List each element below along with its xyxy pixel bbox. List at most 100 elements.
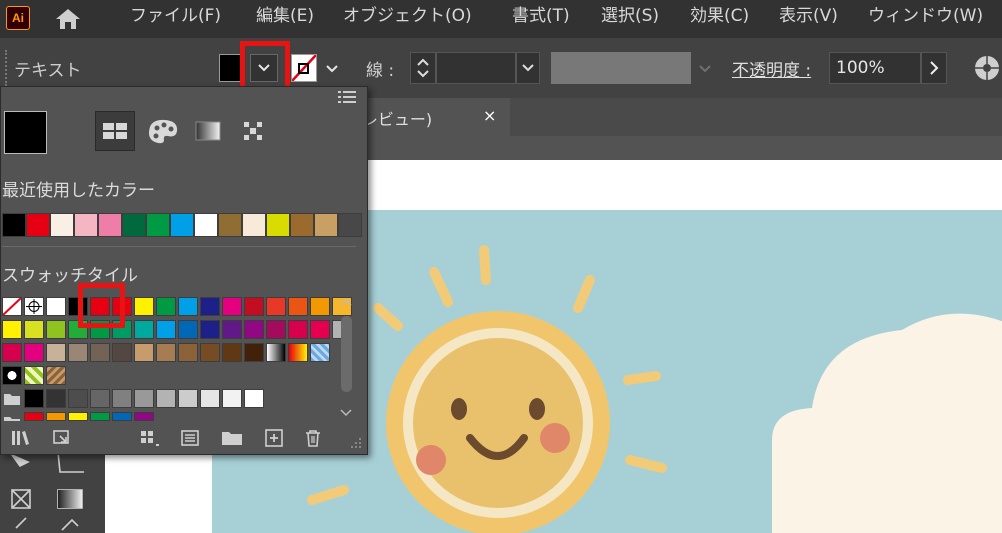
opacity-input[interactable]: 100% xyxy=(829,52,921,84)
recent-color-swatch[interactable] xyxy=(146,213,170,237)
swatch[interactable] xyxy=(244,343,264,362)
swatch-bright[interactable] xyxy=(112,412,132,421)
swatch[interactable] xyxy=(134,320,154,339)
opacity-label[interactable]: 不透明度 : xyxy=(732,56,811,81)
pattern-button[interactable] xyxy=(233,111,273,151)
swatch-bright[interactable] xyxy=(90,412,110,421)
fill-color-swatch[interactable] xyxy=(219,54,241,82)
trash-icon[interactable] xyxy=(301,428,325,448)
swatch[interactable] xyxy=(2,320,22,339)
stroke-weight-input[interactable] xyxy=(436,52,516,84)
scroll-thumb[interactable] xyxy=(341,316,352,392)
swatch[interactable] xyxy=(156,297,176,316)
recent-color-swatch[interactable] xyxy=(74,213,98,237)
swatch-gray[interactable] xyxy=(200,389,220,408)
swatch[interactable] xyxy=(68,343,88,362)
swatch-bright[interactable] xyxy=(24,412,44,421)
swatch[interactable] xyxy=(178,297,198,316)
swatch[interactable] xyxy=(134,343,154,362)
swatch[interactable] xyxy=(266,320,286,339)
recent-color-swatch[interactable] xyxy=(290,213,314,237)
swatch[interactable] xyxy=(266,297,286,316)
menu-view[interactable]: 表示(V) xyxy=(779,0,838,32)
swatch[interactable] xyxy=(222,320,242,339)
home-icon[interactable] xyxy=(54,7,82,31)
swatch-gray[interactable] xyxy=(24,389,44,408)
swatch-folder-icon[interactable] xyxy=(2,389,22,408)
recolor-icon[interactable] xyxy=(972,53,1002,83)
swatch-kind-menu-icon[interactable] xyxy=(138,428,162,448)
swatch[interactable] xyxy=(24,320,44,339)
swatch-none[interactable] xyxy=(2,297,22,316)
recent-color-swatch[interactable] xyxy=(242,213,266,237)
recent-color-swatch[interactable] xyxy=(194,213,218,237)
swatch[interactable] xyxy=(178,320,198,339)
swatch[interactable] xyxy=(222,343,242,362)
swatch-options-icon[interactable] xyxy=(178,428,202,448)
swatch[interactable] xyxy=(46,320,66,339)
color-palette-button[interactable] xyxy=(143,111,183,151)
swatch[interactable] xyxy=(24,343,44,362)
recent-color-swatch[interactable] xyxy=(50,213,74,237)
control-bar-grip[interactable] xyxy=(5,50,10,86)
current-fill-swatch[interactable] xyxy=(4,111,47,154)
swatch-bright[interactable] xyxy=(46,412,66,421)
swatch-gray[interactable] xyxy=(90,389,110,408)
swatch-gray[interactable] xyxy=(222,389,242,408)
place-icon[interactable] xyxy=(50,428,74,448)
swatch-bright[interactable] xyxy=(134,412,154,421)
swatch[interactable] xyxy=(288,320,308,339)
swatch[interactable] xyxy=(46,297,66,316)
swatch-pattern[interactable] xyxy=(2,366,22,385)
swatch-registration[interactable] xyxy=(24,297,44,316)
swatch-gray[interactable] xyxy=(68,389,88,408)
swatch[interactable] xyxy=(222,297,242,316)
swatch-bright[interactable] xyxy=(68,412,88,421)
swatch[interactable] xyxy=(46,343,66,362)
menu-window[interactable]: ウィンドウ(W) xyxy=(868,0,983,32)
folder-icon[interactable] xyxy=(220,428,244,448)
swatch[interactable] xyxy=(156,343,176,362)
recent-color-swatch[interactable] xyxy=(26,213,50,237)
new-swatch-icon[interactable] xyxy=(262,428,286,448)
menu-edit[interactable]: 編集(E) xyxy=(256,0,314,32)
swatch-gray[interactable] xyxy=(46,389,66,408)
swatch-gradient[interactable] xyxy=(266,343,286,362)
swatch-gradient[interactable] xyxy=(288,343,308,362)
swatch[interactable] xyxy=(200,297,220,316)
menu-type[interactable]: 書式(T) xyxy=(512,0,570,32)
swatch[interactable] xyxy=(288,297,308,316)
swatch-gray[interactable] xyxy=(178,389,198,408)
mesh-tool-icon[interactable] xyxy=(10,486,40,516)
swatch-view-button[interactable] xyxy=(95,111,135,151)
swatch[interactable] xyxy=(90,343,110,362)
menu-file[interactable]: ファイル(F) xyxy=(130,0,221,32)
panel-resize-grip[interactable] xyxy=(348,436,362,448)
menu-select[interactable]: 選択(S) xyxy=(601,0,659,32)
gradient-button[interactable] xyxy=(188,111,228,151)
profile-dropdown[interactable] xyxy=(693,52,717,84)
swatch[interactable] xyxy=(310,297,330,316)
swatch-gray[interactable] xyxy=(156,389,176,408)
swatch[interactable] xyxy=(200,320,220,339)
swatch-gray[interactable] xyxy=(244,389,264,408)
panel-menu-icon[interactable] xyxy=(338,90,356,104)
swatch[interactable] xyxy=(200,343,220,362)
swatch[interactable] xyxy=(244,320,264,339)
recent-color-swatch[interactable] xyxy=(314,213,338,237)
swatch-pattern[interactable] xyxy=(310,343,330,362)
stroke-color-swatch[interactable] xyxy=(291,54,317,82)
recent-color-swatch[interactable] xyxy=(266,213,290,237)
swatch-pattern[interactable] xyxy=(46,366,66,385)
swatch-gray[interactable] xyxy=(112,389,132,408)
document-tab-close[interactable]: × xyxy=(483,106,496,125)
swatch[interactable] xyxy=(244,297,264,316)
swatch[interactable] xyxy=(2,343,22,362)
recent-color-swatch[interactable] xyxy=(98,213,122,237)
swatch[interactable] xyxy=(310,320,330,339)
recent-color-swatch[interactable] xyxy=(2,213,26,237)
libraries-icon[interactable] xyxy=(10,428,34,448)
swatch-folder-icon[interactable] xyxy=(2,412,22,421)
swatch-pattern[interactable] xyxy=(24,366,44,385)
stroke-dropdown-button[interactable] xyxy=(320,54,344,82)
